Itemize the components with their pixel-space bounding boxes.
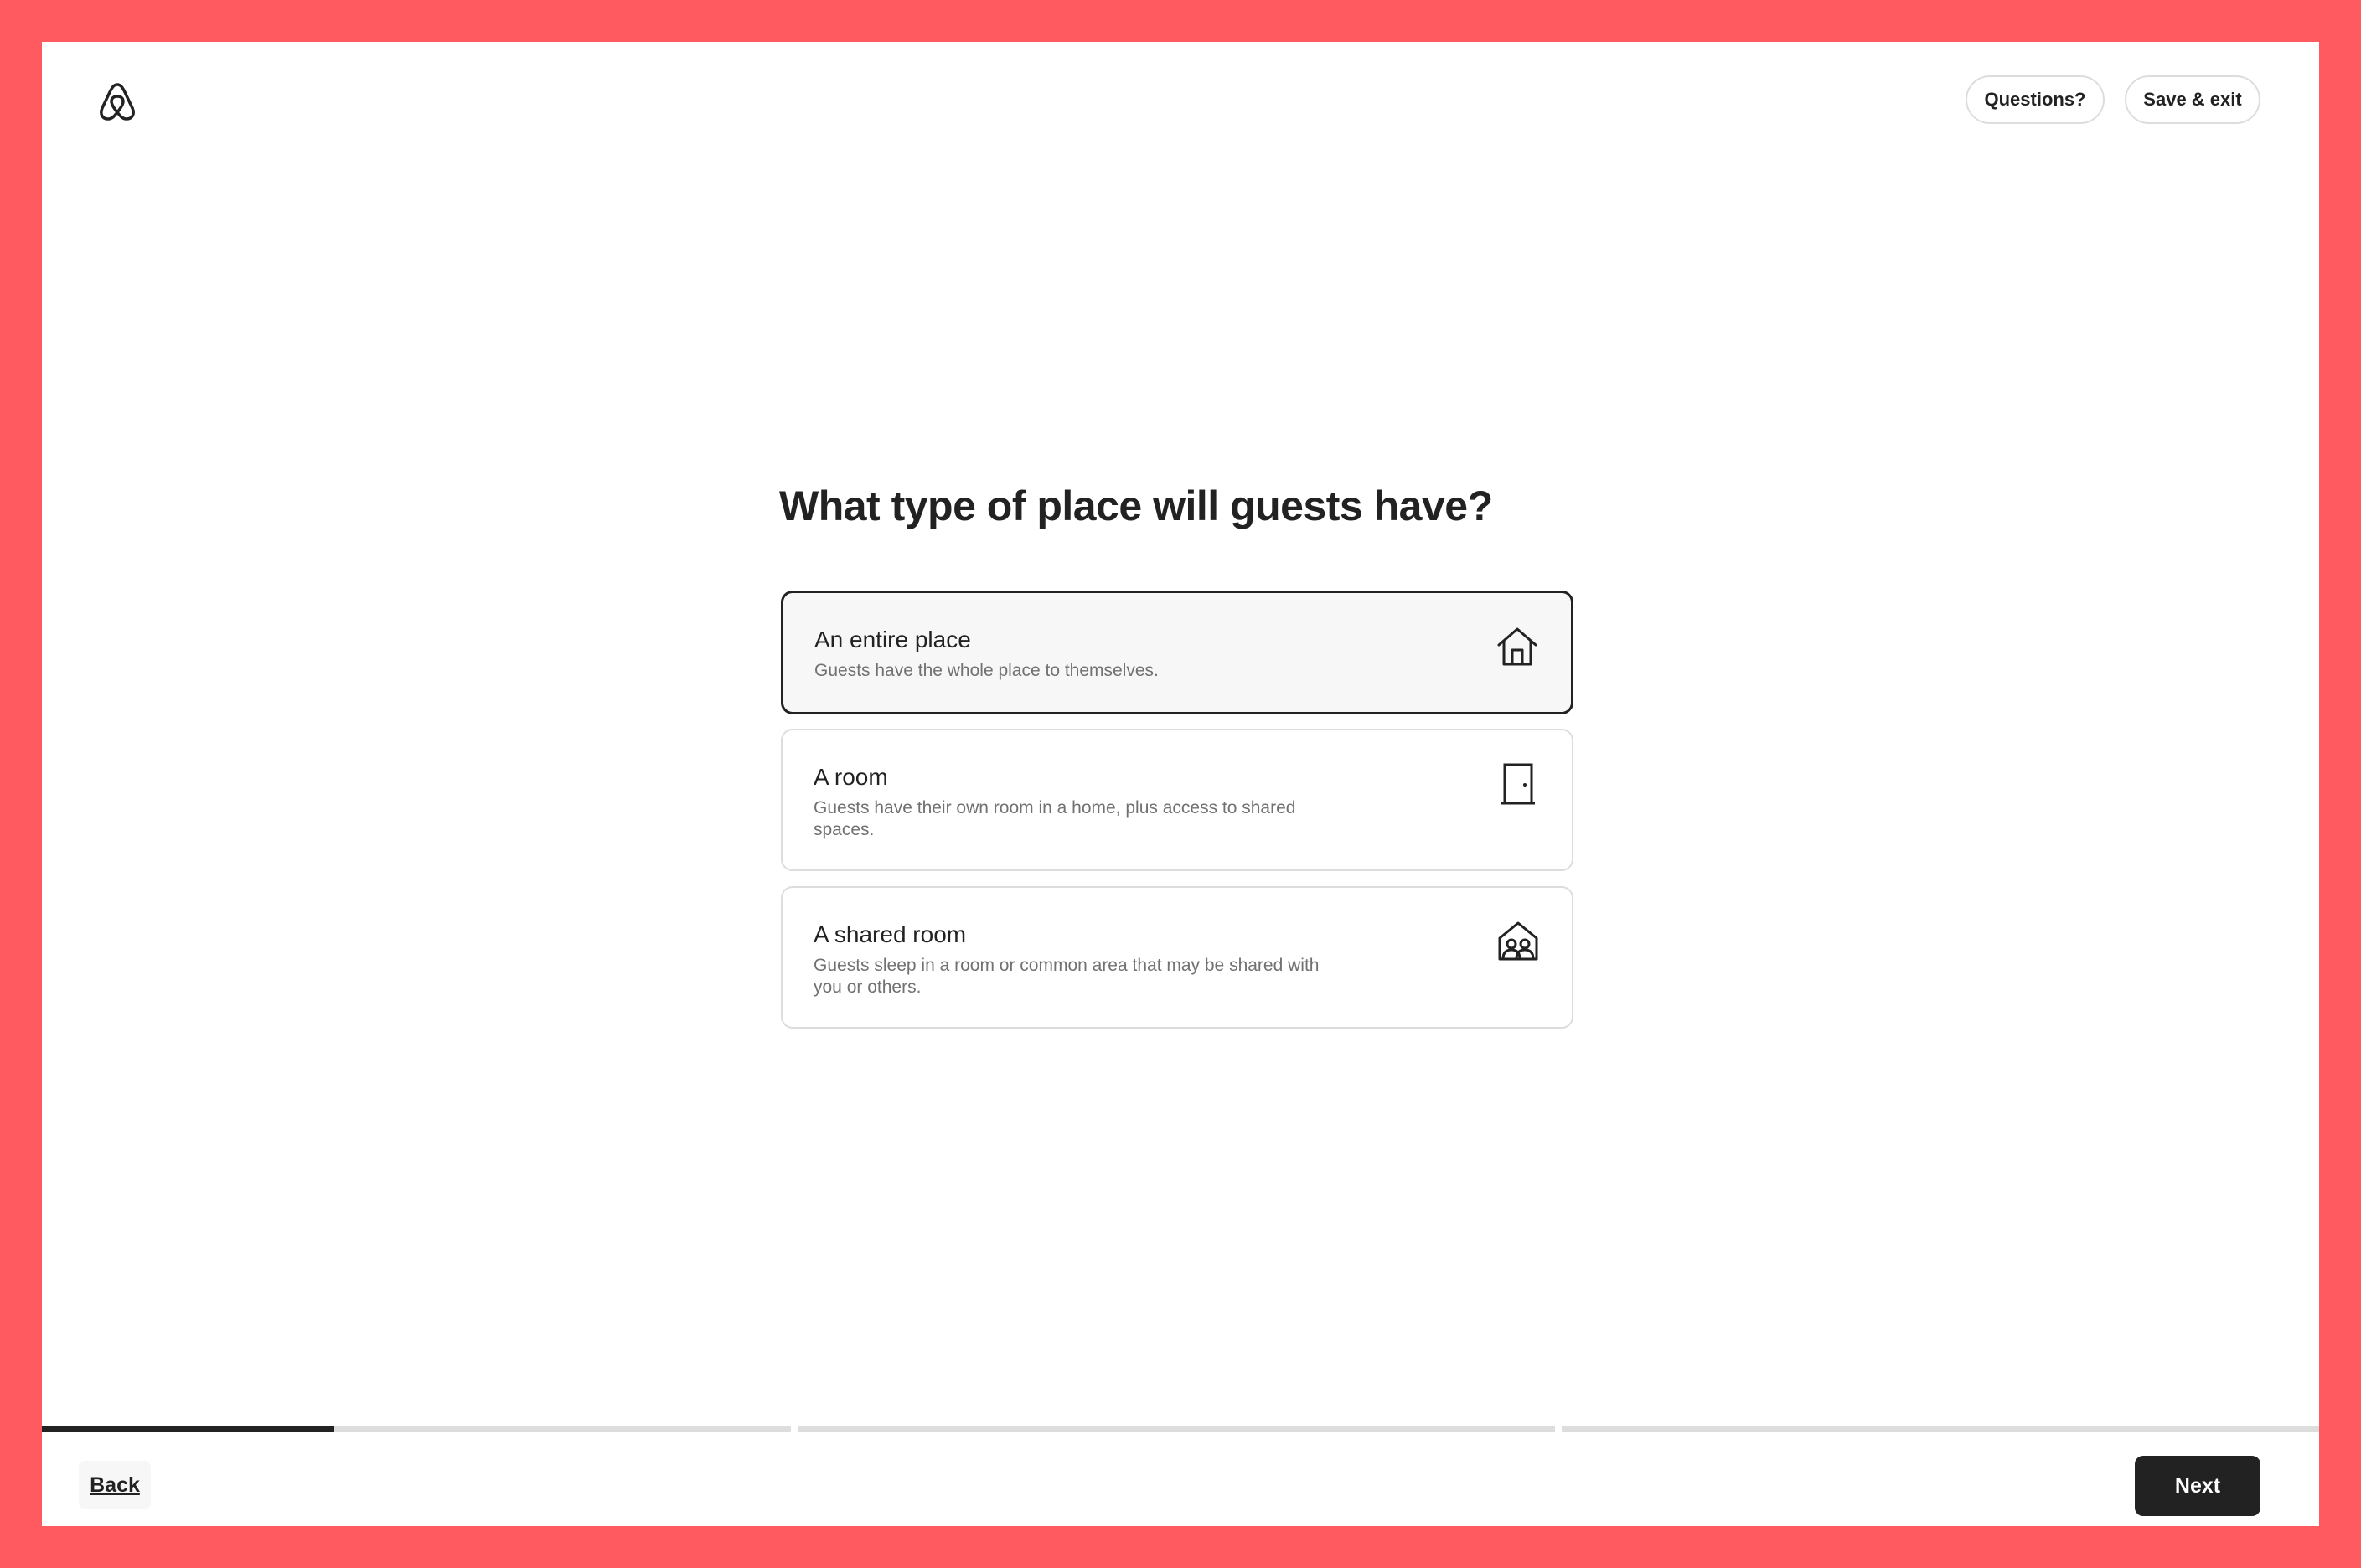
- progress-fill: [42, 1426, 334, 1432]
- questions-button[interactable]: Questions?: [1966, 75, 2105, 124]
- option-entire-place[interactable]: An entire place Guests have the whole pl…: [781, 591, 1573, 714]
- progress-bar-step-3: [1562, 1426, 2319, 1432]
- option-room[interactable]: A room Guests have their own room in a h…: [781, 729, 1573, 871]
- app-window: Questions? Save & exit What type of plac…: [42, 42, 2319, 1526]
- option-description: Guests have their own room in a home, pl…: [814, 798, 1296, 839]
- next-button[interactable]: Next: [2135, 1456, 2260, 1516]
- save-exit-button[interactable]: Save & exit: [2125, 75, 2260, 124]
- door-icon: [1496, 762, 1540, 806]
- shared-room-icon: [1496, 920, 1540, 963]
- airbnb-logo-icon[interactable]: [97, 80, 137, 123]
- option-title: An entire place: [814, 627, 971, 652]
- option-title: A shared room: [814, 921, 967, 947]
- option-description: Guests sleep in a room or common area th…: [814, 956, 1320, 997]
- option-description: Guests have the whole place to themselve…: [814, 661, 1159, 680]
- page-title: What type of place will guests have?: [779, 482, 1493, 529]
- progress-bar-step-2: [798, 1426, 1555, 1432]
- option-shared-room[interactable]: A shared room Guests sleep in a room or …: [781, 886, 1573, 1029]
- option-title: A room: [814, 764, 888, 790]
- progress-bar-step-1: [42, 1426, 791, 1432]
- back-button[interactable]: Back: [79, 1461, 151, 1509]
- house-icon: [1496, 625, 1539, 668]
